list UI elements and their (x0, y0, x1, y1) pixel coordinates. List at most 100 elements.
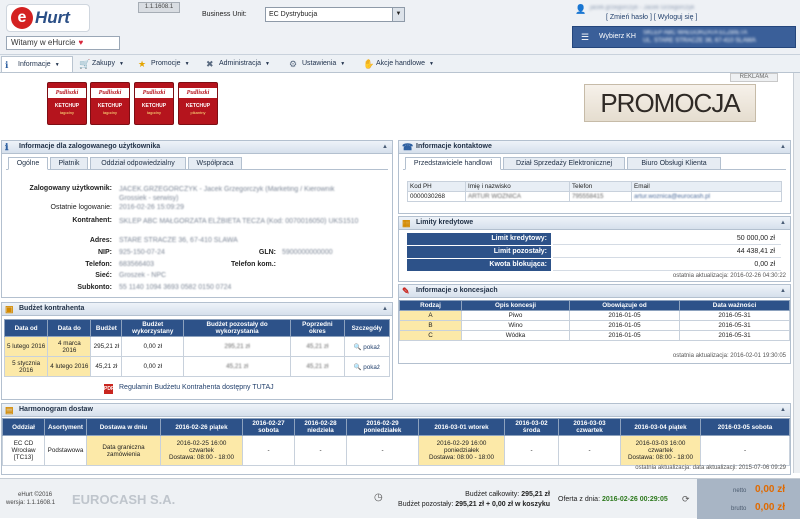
netto-label: netto (733, 488, 747, 494)
cart-summary[interactable]: netto 0,00 zł brutto 0,00 zł (697, 479, 800, 519)
user-info-panel: ℹ Informacje dla zalogowanego użytkownika… (1, 140, 393, 298)
panel-header: ▤ Harmonogram dostaw ▲ (2, 404, 790, 417)
email-link[interactable]: artur.woznica@eurocash.pl (631, 191, 782, 202)
menu-akcje-handlowe[interactable]: ✋ Akcje handlowe ▼ (360, 56, 446, 72)
search-icon[interactable]: 🔍 (354, 344, 362, 351)
cell-used: 0,00 zł (121, 336, 185, 357)
brand: Pudliszki (91, 88, 129, 98)
menu-informacje[interactable]: ℹ Informacje ▼ (1, 56, 73, 72)
user-icon: 👤 (575, 4, 587, 14)
cell-line: czwartek (189, 447, 214, 454)
menu-promocje[interactable]: ★ Promocje ▼ (135, 56, 201, 72)
collapse-icon[interactable]: ▲ (780, 285, 786, 297)
brand: Pudliszki (179, 88, 217, 98)
cell-line: poniedziałek (443, 447, 479, 454)
schedule-cell: - (700, 435, 790, 466)
field-label: Telefon: (85, 261, 112, 268)
panel-header: ☎ Informacje kontaktowe ▲ (399, 141, 790, 154)
version-badge: 1.1.1608.1 (138, 2, 180, 13)
budget-left-value: 295,21 zł + 0,00 zł w koszyku (455, 501, 550, 508)
column-header: Szczegóły (343, 319, 391, 337)
ehurt-logo[interactable]: e Hurt (6, 4, 90, 32)
search-icon[interactable]: 🔍 (354, 364, 362, 371)
column-header: Opis koncesji (461, 300, 570, 311)
tab-wspolpraca[interactable]: Współpraca (188, 157, 242, 170)
show-details-link[interactable]: pokaż (363, 344, 380, 351)
menu-ustawienia[interactable]: ⚙ Ustawienia ▼ (286, 56, 358, 72)
ketchup-ad-2[interactable]: Pudliszki KETCHUP łagodny (90, 82, 130, 125)
field-value: 2016-02-26 15:09:29 (119, 204, 184, 211)
tab-e-sales[interactable]: Dział Sprzedaży Elektronicznej (503, 157, 625, 170)
product-name: KETCHUP (97, 103, 123, 109)
cell-date-from: 5 lutego 2016 (3, 336, 49, 357)
promocja-banner[interactable]: PROMOCJA (584, 84, 756, 122)
tab-oddzial[interactable]: Oddział odpowiedzialny (90, 157, 186, 170)
chevron-down-icon[interactable]: ▼ (392, 8, 404, 21)
column-header: Data ważności (679, 300, 790, 311)
kh-list-icon: ☰ (581, 32, 590, 42)
product-name: KETCHUP (185, 103, 211, 109)
table-header-row: Data od Data do Budżet Budżet wykorzysta… (3, 319, 391, 337)
cell-delivery-label: Data graniczna zamówienia (86, 435, 161, 466)
cell-budget: 45,21 zł (90, 356, 123, 377)
tab-customer-office[interactable]: Biuro Obsługi Klienta (627, 157, 721, 170)
select-kh-button[interactable]: ☰ Wybierz KH SKLEP ABC MAŁGORZATA ELZBIE… (572, 26, 796, 48)
collapse-icon[interactable]: ▲ (780, 141, 786, 153)
column-header: 2016-02-26 piątek (160, 418, 243, 436)
welcome-box: Witamy w eHurcie ♥ (6, 36, 120, 50)
tab-ogolne[interactable]: Ogólne (8, 157, 48, 170)
refresh-icon[interactable]: ⟳ (682, 494, 690, 505)
tab-platnik[interactable]: Płatnik (50, 157, 88, 170)
cell-date-to: 4 marca 2016 (47, 336, 92, 357)
change-password-link[interactable]: [ Zmień hasło ] (606, 14, 652, 21)
product-name: KETCHUP (141, 103, 167, 109)
pdf-icon[interactable]: PDF (104, 384, 114, 394)
limit-row: Limit kredytowy: 50 000,00 zł (407, 233, 781, 246)
schedule-table: Oddział Asortyment Dostawa w dniu 2016-0… (2, 418, 790, 466)
clock-icon[interactable]: ◷ (374, 492, 383, 503)
regulamin-link[interactable]: Regulamin Budżetu Kontrahenta dostępny T… (119, 384, 274, 391)
collapse-icon[interactable]: ▲ (382, 303, 388, 315)
product-variant: pikantny (190, 110, 206, 115)
cell-line: 2016-02-25 16:00 (176, 440, 227, 447)
field-value: 55 1140 1094 3693 0582 0150 0724 (119, 284, 232, 291)
table-row: 0000030268 ARTUR WOZNICA 795558415 artur… (407, 191, 782, 202)
chevron-down-icon: ▼ (184, 61, 190, 67)
table-header-row: Oddział Asortyment Dostawa w dniu 2016-0… (2, 418, 790, 436)
collapse-icon[interactable]: ▲ (382, 141, 388, 153)
menu-administracja[interactable]: ✖ Administracja ▼ (203, 56, 285, 72)
panel-header: ✎ Informacje o koncesjach ▲ (399, 285, 790, 298)
cell-line: Dostawa: 08:00 - 18:00 (627, 454, 694, 461)
menu-label: Promocje (151, 60, 181, 67)
ketchup-ad-4[interactable]: Pudliszki KETCHUP pikantny (178, 82, 218, 125)
schedule-cell: - (346, 435, 419, 466)
show-details-link[interactable]: pokaż (363, 364, 380, 371)
column-header: Imię i nazwisko (465, 181, 570, 192)
cell-previous: 45,21 zł (290, 336, 345, 357)
cell-line: Dostawa: 08:00 - 18:00 (168, 454, 235, 461)
menu-label: Informacje (18, 61, 51, 68)
cell-valid: 2016-05-31 (679, 310, 790, 321)
ketchup-ad-1[interactable]: Pudliszki KETCHUP łagodny (47, 82, 87, 125)
page-scrollbar[interactable] (793, 73, 800, 473)
product-name: KETCHUP (54, 103, 80, 109)
field-label: NIP: (98, 249, 112, 256)
business-unit-select[interactable]: EC Dystrybucja ▼ (265, 7, 405, 22)
column-header: Obowiązuje od (569, 300, 680, 311)
budget-table: Data od Data do Budżet Budżet wykorzysta… (3, 319, 391, 377)
footer-version: wersja: 1.1.1608.1 (6, 500, 56, 506)
cell-valid: 2016-05-31 (679, 320, 790, 331)
collapse-icon[interactable]: ▲ (780, 217, 786, 229)
contact-card-icon: ☎ (402, 142, 414, 152)
cell-branch: EC CD Wrocław [TC13] (2, 435, 45, 466)
menu-zakupy[interactable]: 🛒 Zakupy ▼ (76, 56, 132, 72)
logout-link[interactable]: [ Wyloguj się ] (654, 14, 698, 21)
tab-sales-reps[interactable]: Przedstawiciele handlowi (405, 157, 501, 170)
ketchup-ad-3[interactable]: Pudliszki KETCHUP łagodny (134, 82, 174, 125)
column-header: Budżet (90, 319, 123, 337)
cell-line: 2016-03-03 16:00 (635, 440, 686, 447)
collapse-icon[interactable]: ▲ (780, 404, 786, 416)
info-icon: ℹ (5, 142, 9, 152)
panel-title: Budżet kontrahenta (19, 305, 85, 312)
panel-header: ℹ Informacje dla zalogowanego użytkownika… (2, 141, 392, 154)
